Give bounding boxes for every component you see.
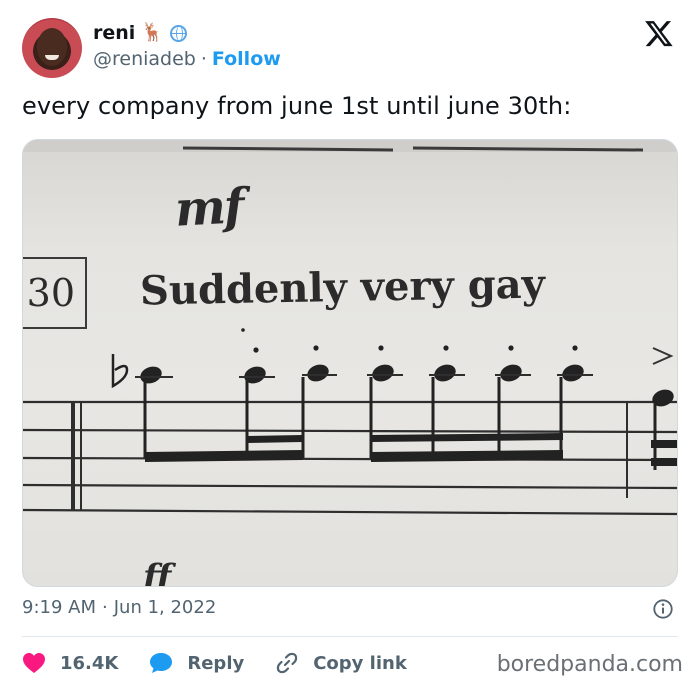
copy-link-label: Copy link: [313, 652, 407, 674]
tweet-header: reni 🦌 @reniadeb · Follow: [22, 14, 678, 80]
x-logo-icon[interactable]: [644, 18, 674, 48]
divider: [22, 636, 678, 637]
link-icon: [277, 652, 298, 674]
like-count: 16.4K: [60, 652, 119, 674]
reply-label: Reply: [187, 652, 245, 674]
tweet-actions: 16.4K Reply Copy link: [22, 649, 438, 677]
info-icon[interactable]: [652, 598, 674, 620]
dynamic-marking: mf: [173, 178, 244, 238]
like-button[interactable]: 16.4K: [22, 652, 118, 674]
avatar[interactable]: [22, 18, 82, 78]
handle-separator: ·: [200, 48, 207, 70]
heart-icon: [23, 653, 45, 673]
tweet-time: 9:19 AM: [22, 597, 96, 618]
tweet-timestamp[interactable]: 9:19 AM · Jun 1, 2022: [22, 597, 216, 618]
tweet-date: Jun 1, 2022: [113, 597, 217, 618]
tweet-text: every company from june 1st until june 3…: [22, 92, 572, 120]
follow-button[interactable]: Follow: [212, 48, 281, 70]
deer-emoji-icon: 🦌: [141, 22, 164, 43]
author-name-row: reni 🦌: [93, 22, 187, 44]
watermark: boredpanda.com: [496, 652, 683, 677]
globe-icon: [169, 24, 187, 42]
avatar-face: [37, 28, 67, 66]
reply-button[interactable]: Reply: [149, 652, 244, 674]
image-caption: Suddenly very gay: [139, 260, 546, 315]
copy-link-button[interactable]: Copy link: [275, 651, 407, 675]
author-handle-row: @reniadeb · Follow: [93, 48, 281, 70]
sheet-music-staff: ff: [23, 140, 677, 587]
svg-text:ff: ff: [141, 557, 177, 587]
measure-number: 30: [23, 257, 87, 329]
author-handle[interactable]: @reniadeb: [93, 48, 196, 70]
tweet-image[interactable]: ff mf 30 Suddenly very gay: [22, 139, 678, 587]
timestamp-separator: ·: [102, 597, 108, 618]
reply-bubble-icon: [150, 653, 173, 673]
author-name[interactable]: reni: [93, 22, 135, 44]
